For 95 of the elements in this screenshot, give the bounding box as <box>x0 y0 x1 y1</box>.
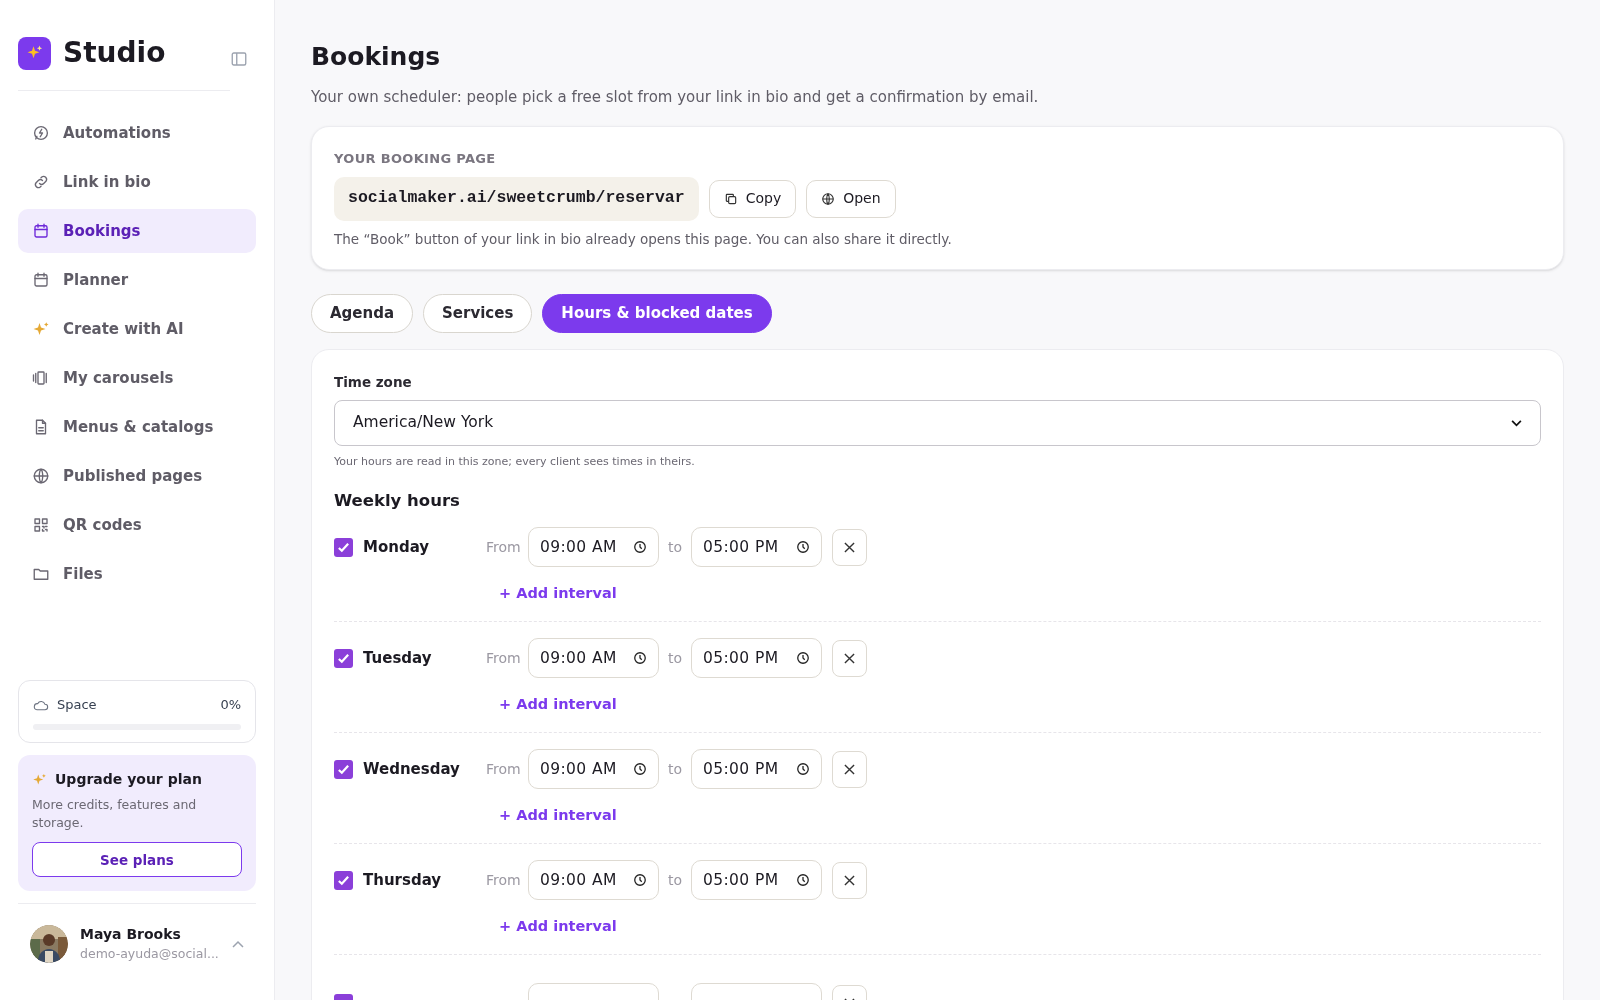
nav-item[interactable]: QR codes <box>18 503 256 547</box>
checkbox[interactable] <box>334 537 353 557</box>
add-interval-link[interactable]: + Add interval <box>499 918 617 935</box>
clock-icon <box>633 873 647 888</box>
time-field[interactable]: 09:00 AM <box>528 527 659 568</box>
calendar-icon <box>32 222 50 240</box>
cloud-icon <box>33 698 49 711</box>
close-icon <box>844 874 855 886</box>
nav-item[interactable]: Files <box>18 552 256 596</box>
chevron-down-icon <box>1511 419 1522 427</box>
to-label: to <box>666 759 684 779</box>
brand-name: Studio <box>63 35 166 71</box>
from-label: From <box>486 537 522 557</box>
tab[interactable]: Hours & blocked dates <box>542 293 772 333</box>
qr-code-icon <box>32 516 50 534</box>
see-plans-button[interactable]: See plans <box>32 842 242 878</box>
clock-icon <box>633 762 647 777</box>
time-field[interactable]: 09:00 AM <box>528 749 659 790</box>
from-label: From <box>486 648 522 668</box>
day-label: Monday <box>363 537 430 558</box>
remove-button[interactable] <box>832 528 867 566</box>
add-interval-link[interactable]: + Add interval <box>499 585 617 602</box>
copy-icon <box>723 191 738 206</box>
from-label: From <box>486 759 522 779</box>
time-field[interactable]: 05:00 PM <box>691 638 822 679</box>
to-label: to <box>666 537 684 557</box>
time-field[interactable]: 09:00 AM <box>528 638 659 679</box>
remove-button[interactable] <box>832 639 867 677</box>
check-icon <box>337 651 350 665</box>
user-name: Maya Brooks <box>80 925 182 945</box>
checkbox[interactable] <box>334 759 353 779</box>
page-title: Bookings <box>311 41 442 73</box>
from-label: From <box>486 870 522 890</box>
timezone-select[interactable]: America/New York <box>334 400 1541 446</box>
section-heading: YOUR BOOKING PAGE <box>334 150 497 168</box>
check-icon <box>337 762 350 776</box>
nav-item[interactable]: Menus & catalogs <box>18 405 256 449</box>
day-label: Tuesday <box>363 648 432 669</box>
clock-icon <box>796 540 810 555</box>
nav-item[interactable]: Published pages <box>18 454 256 498</box>
chevron-up-icon[interactable] <box>232 940 244 949</box>
booking-note: The “Book” button of your link in bio already opens this page. You can also share it directly. <box>334 229 953 249</box>
close-icon <box>844 541 855 553</box>
sparkle-icon <box>32 320 50 338</box>
nav-item[interactable]: Automations <box>18 111 256 155</box>
clock-icon <box>796 873 810 888</box>
storage-label: Space <box>57 695 97 714</box>
remove-button[interactable] <box>832 750 867 788</box>
tab[interactable]: Agenda <box>311 293 414 333</box>
upgrade-text: More credits, features and storage. <box>32 796 198 833</box>
nav-item[interactable]: My carousels <box>18 356 256 400</box>
time-field[interactable]: 09:00 AM <box>528 860 659 901</box>
checkbox[interactable] <box>334 870 353 890</box>
day-label: Thursday <box>363 870 442 891</box>
close-icon <box>844 652 855 664</box>
nav-item[interactable]: Planner <box>18 258 256 302</box>
tab[interactable]: Services <box>423 293 533 333</box>
nav-item[interactable]: Create with AI <box>18 307 256 351</box>
check-icon <box>337 873 350 887</box>
check-icon <box>337 540 350 554</box>
close-icon <box>844 763 855 775</box>
checkbox[interactable] <box>334 648 353 668</box>
nav-item[interactable]: Link in bio <box>18 160 256 204</box>
time-field[interactable]: 05:00 PM <box>691 860 822 901</box>
storage-reading: 0% <box>220 695 241 714</box>
globe-icon <box>32 467 50 485</box>
user-email: demo-ayuda@social... <box>80 945 220 964</box>
to-label: to <box>666 648 684 668</box>
upgrade-title: Upgrade your plan <box>55 770 202 790</box>
page-subtitle: Your own scheduler: people pick a free slot from your link in bio and get a confirmation by email. <box>311 86 1040 108</box>
link-icon <box>32 173 50 191</box>
to-label: to <box>666 870 684 890</box>
remove-button[interactable] <box>832 861 867 899</box>
sidebar-toggle-icon[interactable] <box>230 50 248 68</box>
nav-item[interactable]: Bookings <box>18 209 256 253</box>
globe-icon <box>821 191 836 206</box>
open-button[interactable]: Open <box>806 179 896 218</box>
clock-icon <box>633 651 647 666</box>
section-title: Weekly hours <box>334 489 461 512</box>
field-hint: Your hours are read in this zone; every client sees times in theirs. <box>334 454 696 470</box>
add-interval-link[interactable]: + Add interval <box>499 807 617 824</box>
logo-icon <box>18 36 51 70</box>
copy-button[interactable]: Copy <box>708 179 797 218</box>
clock-icon <box>796 651 810 666</box>
carousel-icon <box>32 369 50 387</box>
time-field[interactable]: 05:00 PM <box>691 749 822 790</box>
booking-url: socialmaker.ai/sweetcrumb/reservar <box>334 176 699 221</box>
bolt-chat-icon <box>32 124 50 142</box>
calendar-icon <box>32 271 50 289</box>
add-interval-link[interactable]: + Add interval <box>499 696 617 713</box>
clock-icon <box>633 540 647 555</box>
clock-icon <box>796 762 810 777</box>
field-label: Time zone <box>334 372 413 392</box>
day-label: Wednesday <box>363 759 460 780</box>
time-field[interactable]: 05:00 PM <box>691 527 822 568</box>
